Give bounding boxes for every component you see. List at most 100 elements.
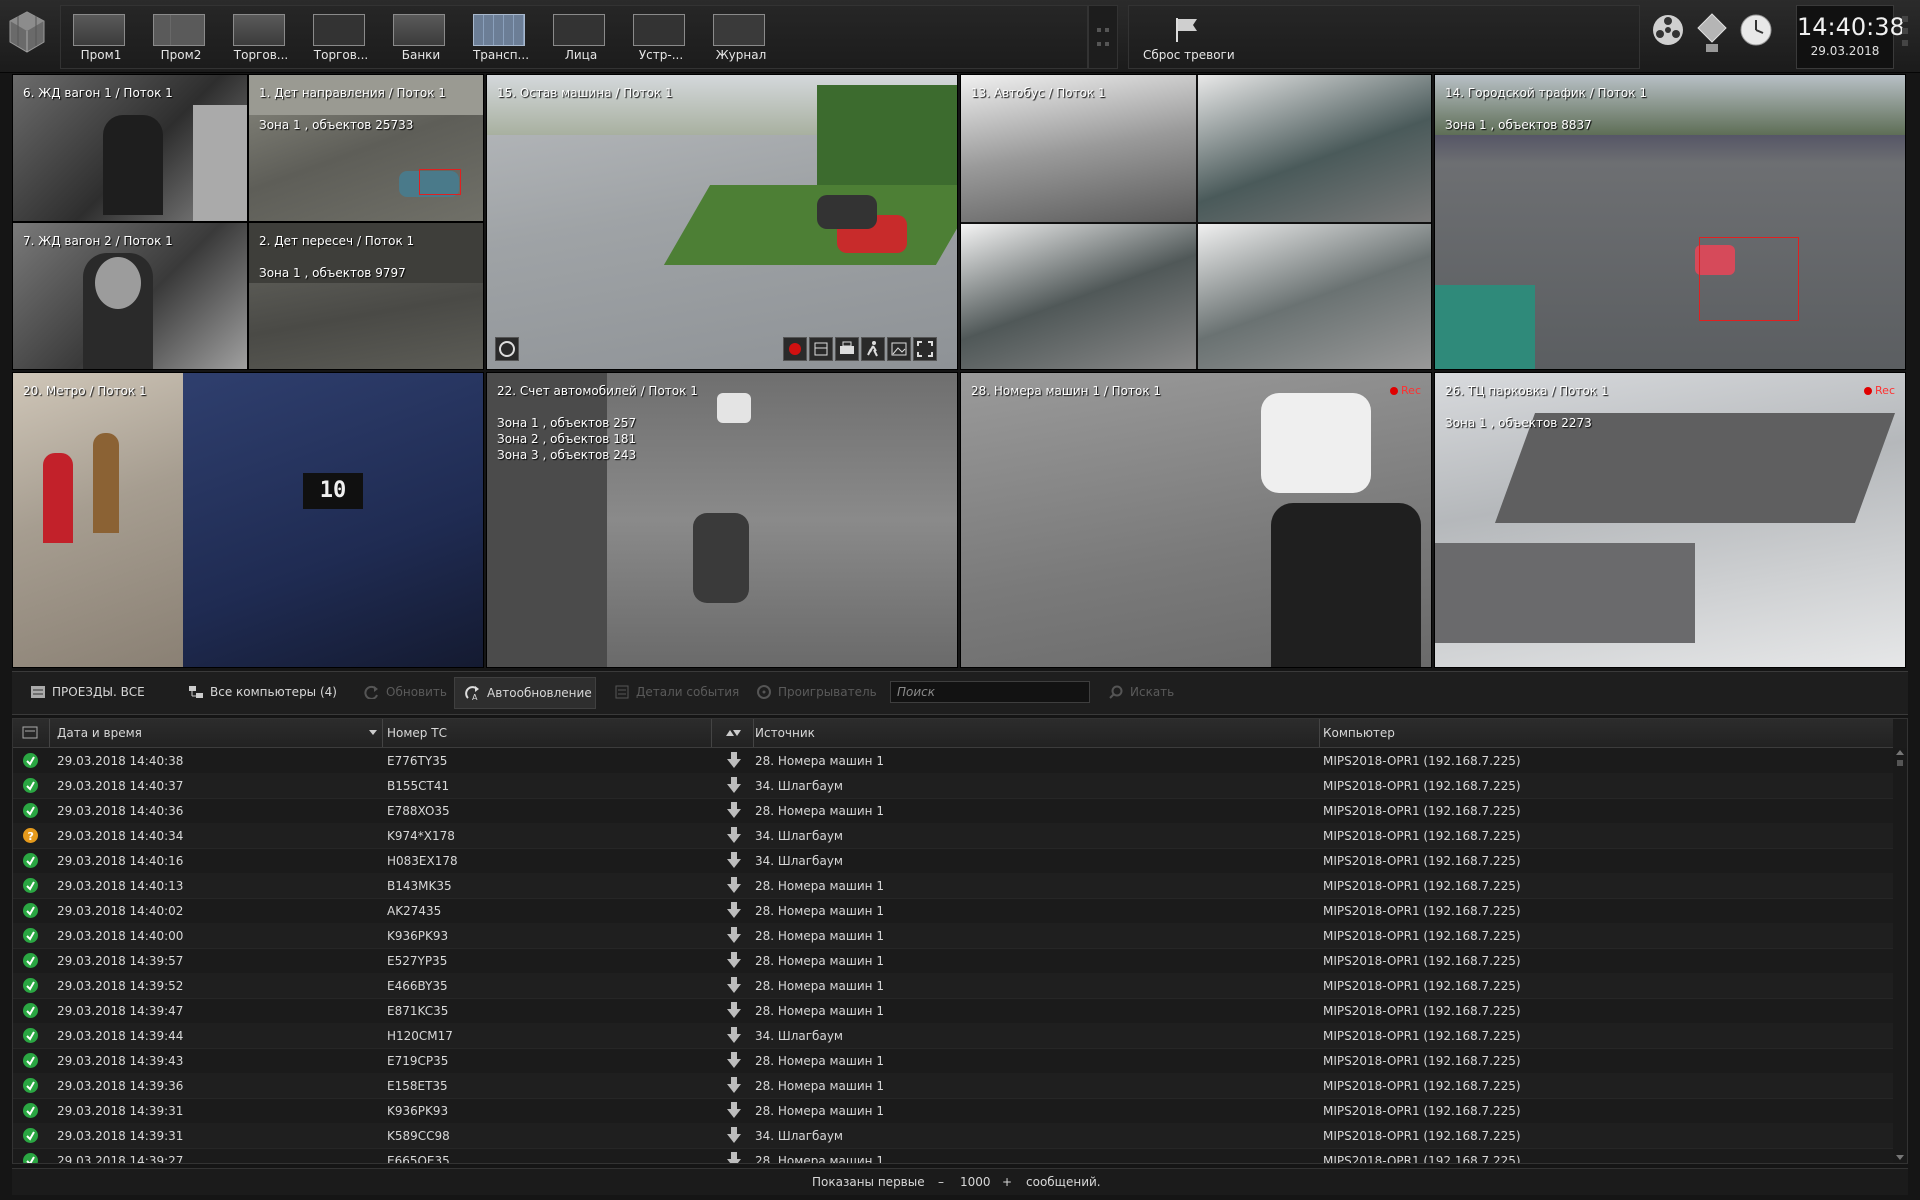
layout-button-trade2[interactable]: Торгов... [301,6,381,68]
message-count[interactable]: 1000 [960,1175,991,1189]
record-button[interactable] [783,337,807,361]
column-header-source[interactable]: Источник [755,726,815,740]
status-ok-icon [23,778,38,793]
table-row[interactable]: 29.03.2018 14:39:43 E719CP35 28. Номера ма… [13,1048,1893,1074]
cell-computer: MIPS2018-OPR1 (192.168.7.225) [1323,979,1521,993]
direction-down-arrow-icon [727,1077,741,1093]
direction-down-arrow-icon [727,952,741,968]
camera-view-1[interactable]: 1. Дет направления / Поток 1 Зона 1 , об… [248,74,484,222]
table-row[interactable]: 29.03.2018 14:39:31 K589CC98 34. Шлагбаум M… [13,1123,1893,1149]
column-settings-icon[interactable] [22,726,38,740]
table-row[interactable]: 29.03.2018 14:39:36 E158ET35 28. Номера ма… [13,1073,1893,1099]
refresh-button[interactable]: Обновить [354,677,454,707]
layout-button-prom1[interactable]: Пром1 [61,6,141,68]
cell-source: 28. Номера машин 1 [755,979,884,993]
player-button[interactable]: Проигрыватель [746,677,877,707]
print-icon [840,341,854,354]
table-row[interactable]: 29.03.2018 14:40:00 K936PK93 28. Номера ма… [13,923,1893,949]
layout-button-prom2[interactable]: Пром2 [141,6,221,68]
computers-filter-button[interactable]: Все компьютеры (4) [178,677,358,707]
autorefresh-toggle[interactable]: A Автообновление [454,677,596,709]
car [717,393,751,423]
table-row[interactable]: 29.03.2018 14:39:27 E665OE35 28. Номера ма… [13,1148,1893,1163]
table-row[interactable]: 29.03.2018 14:39:44 H120CM17 34. Шлагбаум M… [13,1023,1893,1049]
layout-button-faces[interactable]: Лица [541,6,621,68]
column-header-plate[interactable]: Номер ТС [387,726,447,740]
table-row[interactable]: 29.03.2018 14:39:47 E871KC35 28. Номера ма… [13,998,1893,1024]
cell-plate: K936PK93 [387,929,449,943]
film-reel-icon[interactable] [1648,8,1688,64]
column-header-datetime[interactable]: Дата и время [57,726,142,740]
fullscreen-button[interactable] [913,337,937,361]
cell-computer: MIPS2018-OPR1 (192.168.7.225) [1323,929,1521,943]
cell-computer: MIPS2018-OPR1 (192.168.7.225) [1323,879,1521,893]
cell-computer: MIPS2018-OPR1 (192.168.7.225) [1323,1129,1521,1143]
alarm-reset-button[interactable]: Сброс тревоги [1128,5,1640,69]
network-icon[interactable] [1692,8,1732,64]
print-button[interactable] [835,337,859,361]
status-ok-icon [23,978,38,993]
camera-view-13[interactable]: 13. Автобус / Поток 1 [960,74,1432,370]
passes-filter-button[interactable]: ПРОЕЗДЫ. ВСЕ [20,677,162,707]
column-separator [49,719,50,747]
layout-button-banks[interactable]: Банки [381,6,461,68]
cell-datetime: 29.03.2018 14:39:31 [57,1129,184,1143]
autorefresh-icon: A [465,686,479,700]
camera-title: 7. ЖД вагон 2 / Поток 1 [23,234,173,248]
layout-label: Торгов... [233,48,289,62]
column-header-computer[interactable]: Компьютер [1323,726,1395,740]
camera-view-7[interactable]: 7. ЖД вагон 2 / Поток 1 [12,222,248,370]
motion-button[interactable] [861,337,885,361]
table-row[interactable]: 29.03.2018 14:40:37 B155CT41 34. Шлагбаум M… [13,773,1893,799]
layout-button-trade1[interactable]: Торгов... [221,6,301,68]
cell-source: 34. Шлагбаум [755,829,843,843]
table-row[interactable]: 29.03.2018 14:39:52 E466BY35 28. Номера ма… [13,973,1893,999]
table-row[interactable]: ? 29.03.2018 14:40:34 K974*X178 34. Шлагбау… [13,823,1893,849]
increase-count-button[interactable]: + [1002,1175,1012,1189]
app-logo-icon[interactable] [6,6,48,64]
film-reel-icon [757,685,771,699]
event-details-button[interactable]: Детали события [604,677,739,707]
layout-button-journal[interactable]: Журнал [701,6,781,68]
cell-plate: E466BY35 [387,979,448,993]
table-row[interactable]: 29.03.2018 14:40:16 H083EX178 34. Шлагбаум… [13,848,1893,874]
table-row[interactable]: 29.03.2018 14:40:38 E776TY35 28. Номера ма… [13,748,1893,774]
table-row[interactable]: 29.03.2018 14:40:02 AK27435 28. Номера маш… [13,898,1893,924]
direction-down-arrow-icon [727,1002,741,1018]
camera-view-6[interactable]: 6. ЖД вагон 1 / Поток 1 [12,74,248,222]
window-grip-icon[interactable] [1898,6,1912,66]
cell-plate: K936PK93 [387,1104,449,1118]
svg-text:A: A [472,693,478,700]
clock-icon[interactable] [1736,8,1776,64]
cell-computer: MIPS2018-OPR1 (192.168.7.225) [1323,904,1521,918]
archive-button[interactable] [809,337,833,361]
table-vertical-scrollbar[interactable] [1893,748,1907,1163]
direction-down-arrow-icon [727,852,741,868]
camera-view-28[interactable]: 28. Номера машин 1 / Поток 1 Rec [960,372,1432,668]
layout-button-transport[interactable]: Трансп... [461,6,541,68]
table-row[interactable]: 29.03.2018 14:40:13 B143MK35 28. Номера ма… [13,873,1893,899]
camera-view-26[interactable]: 26. ТЦ парковка / Поток 1 Зона 1 , объек… [1434,372,1906,668]
table-row[interactable]: 29.03.2018 14:40:36 E788XO35 28. Номера ма… [13,798,1893,824]
ptz-button[interactable] [495,337,519,361]
camera-title: 15. Остав машина / Поток 1 [497,86,673,100]
camera-view-2[interactable]: 2. Дет пересеч / Поток 1 Зона 1 , объект… [248,222,484,370]
cell-source: 28. Номера машин 1 [755,1079,884,1093]
camera-view-20[interactable]: 10 20. Метро / Поток 1 [12,372,484,668]
events-toolbar: ПРОЕЗДЫ. ВСЕ Все компьютеры (4) Обновить… [12,671,1908,715]
sort-descending-icon[interactable] [369,730,377,736]
snapshot-button[interactable] [887,337,911,361]
decrease-count-button[interactable]: – [938,1175,944,1189]
camera-view-15[interactable]: 15. Остав машина / Поток 1 [486,74,958,370]
table-row[interactable]: 29.03.2018 14:39:31 K936PK93 28. Номера ма… [13,1098,1893,1124]
camera-view-14[interactable]: 14. Городской трафик / Поток 1 Зона 1 , … [1434,74,1906,370]
cell-datetime: 29.03.2018 14:39:44 [57,1029,184,1043]
layout-button-devices[interactable]: Устр-... [621,6,701,68]
camera-view-22[interactable]: 22. Счет автомобилей / Поток 1 Зона 1 , … [486,372,958,668]
find-button[interactable]: Искать [1098,677,1188,707]
table-row[interactable]: 29.03.2018 14:39:57 E527YP35 28. Номера ма… [13,948,1893,974]
search-input[interactable] [890,681,1090,703]
direction-down-arrow-icon [727,1102,741,1118]
direction-column-icon[interactable] [724,726,742,740]
toolbar-splitter[interactable] [1088,5,1118,69]
